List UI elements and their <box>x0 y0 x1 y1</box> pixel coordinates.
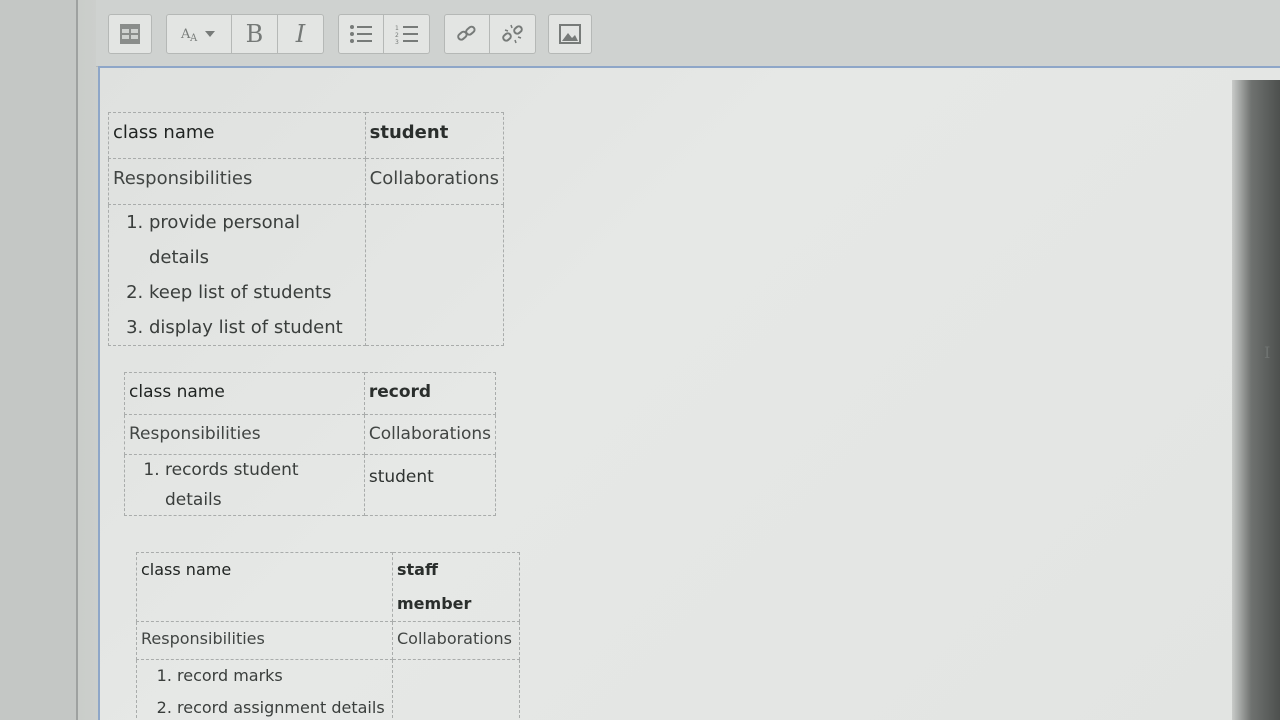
responsibilities-list: provide personal details keep list of st… <box>113 205 361 345</box>
screen: A A B I 1 2 3 class name student Respons… <box>0 0 1280 720</box>
crc-card-staff-member[interactable]: class name staff member Responsibilities… <box>136 552 520 720</box>
class-name-value[interactable]: student <box>364 112 505 159</box>
list-item: record marks <box>177 660 388 692</box>
collaborations-label[interactable]: Collaborations <box>392 621 520 660</box>
collaborations-label[interactable]: Collaborations <box>364 158 505 205</box>
responsibilities-cell[interactable]: provide personal details keep list of st… <box>108 204 366 346</box>
bold-label: B <box>245 20 264 48</box>
list-item: provide personal details <box>149 205 361 275</box>
responsibilities-cell[interactable]: records student details <box>124 454 365 516</box>
bold-button[interactable]: B <box>232 14 278 54</box>
numbered-list-button[interactable]: 1 2 3 <box>384 14 430 54</box>
bullet-list-icon <box>350 25 372 43</box>
italic-label: I <box>295 20 306 48</box>
crc-card-student[interactable]: class name student Responsibilities Coll… <box>108 112 505 346</box>
responsibilities-list: records student details <box>129 455 360 515</box>
class-name-value[interactable]: staff member <box>392 552 520 622</box>
class-name-label[interactable]: class name <box>124 372 365 415</box>
class-name-value[interactable]: record <box>363 372 497 415</box>
bullet-list-button[interactable] <box>338 14 384 54</box>
link-button[interactable] <box>444 14 490 54</box>
collaborations-label[interactable]: Collaborations <box>363 414 497 455</box>
svg-text:A: A <box>189 33 198 44</box>
collaborations-cell[interactable] <box>364 204 505 346</box>
italic-button[interactable]: I <box>278 14 324 54</box>
list-item: display list of student <box>149 310 361 345</box>
editor-content-area[interactable]: class name student Responsibilities Coll… <box>98 66 1280 720</box>
svg-text:1: 1 <box>395 25 399 32</box>
collaborations-cell[interactable] <box>392 659 520 720</box>
svg-text:3: 3 <box>395 39 399 45</box>
table-button[interactable] <box>108 14 152 54</box>
page-left-margin <box>0 0 78 720</box>
window-right-edge <box>1232 80 1280 720</box>
table-icon <box>120 24 140 44</box>
crc-card-record[interactable]: class name record Responsibilities Colla… <box>124 372 497 516</box>
list-item: keep list of students <box>149 275 361 310</box>
editor-toolbar: A A B I 1 2 3 <box>96 0 1280 67</box>
responsibilities-label[interactable]: Responsibilities <box>108 158 366 205</box>
class-name-label[interactable]: class name <box>136 552 393 622</box>
numbered-list-icon: 1 2 3 <box>395 25 418 45</box>
responsibilities-list: record marks record assignment details <box>141 660 388 720</box>
page-left-border <box>76 0 78 720</box>
svg-text:2: 2 <box>395 32 399 39</box>
list-item: records student details <box>165 455 360 515</box>
text-cursor-icon: I <box>1264 343 1271 362</box>
font-size-icon: A A <box>180 27 215 44</box>
image-icon <box>559 24 581 44</box>
class-name-label[interactable]: class name <box>108 112 366 159</box>
unlink-icon <box>501 24 523 44</box>
responsibilities-cell[interactable]: record marks record assignment details <box>136 659 393 720</box>
image-button[interactable] <box>548 14 592 54</box>
list-item: record assignment details <box>177 692 388 720</box>
unlink-button[interactable] <box>490 14 536 54</box>
collaborations-cell[interactable]: student <box>363 454 497 516</box>
link-icon <box>457 25 476 41</box>
font-size-button[interactable]: A A <box>166 14 232 54</box>
responsibilities-label[interactable]: Responsibilities <box>136 621 393 660</box>
responsibilities-label[interactable]: Responsibilities <box>124 414 365 455</box>
